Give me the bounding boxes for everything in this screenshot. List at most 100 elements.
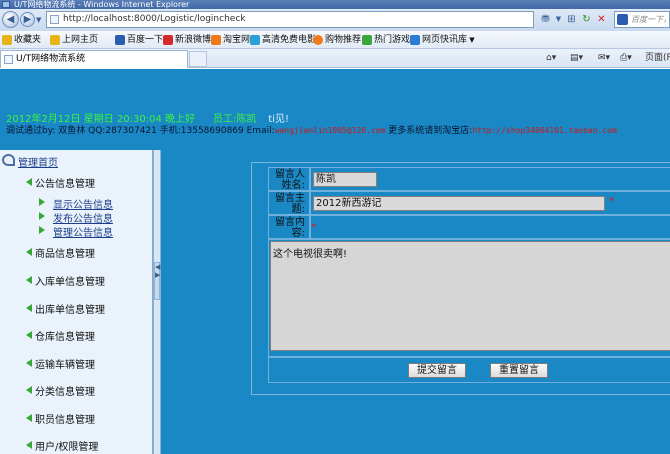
baidu-icon <box>115 35 125 45</box>
debug-info-line: 调试通过by: 双鱼林 QQ:287307421 手机:13558690869 … <box>0 123 670 139</box>
reset-button[interactable]: 重置留言 <box>490 363 548 378</box>
menu-warehouse-manage[interactable]: 仓库信息管理 <box>26 328 95 343</box>
window-title: U/T网络物流系统 - Windows Internet Explorer <box>14 0 190 9</box>
new-tab-button[interactable] <box>189 51 207 67</box>
address-input[interactable]: http://localhost:8000/Logistic/loginchec… <box>46 11 534 28</box>
menu-label: 用户/权限管理 <box>35 442 99 453</box>
menu-label: 分类信息管理 <box>35 387 95 398</box>
author-email: wangjianlin1985@126.com <box>274 126 386 135</box>
left-menu: 管理首页 公告信息管理 显示公告信息 发布公告信息 管理公告信息 商品信息管理 … <box>0 150 153 454</box>
window-title-bar: U/T网络物流系统 - Windows Internet Explorer <box>0 0 670 9</box>
fav-label: 百度一下 <box>127 35 164 45</box>
menu-outstock-manage[interactable]: 出库单信息管理 <box>26 301 105 316</box>
menu-category-manage[interactable]: 分类信息管理 <box>26 383 95 398</box>
fav-label: 购物推荐 <box>325 35 362 45</box>
menu-label: 仓库信息管理 <box>35 332 95 343</box>
search-placeholder: 百度一下，你就知道 <box>631 15 669 24</box>
menu-label: 商品信息管理 <box>35 249 95 260</box>
form-table: 留言人姓名: 陈凯 留言主题: 2012新西游记 * 留言内容: * 这个电视很… <box>268 167 670 387</box>
forward-button[interactable]: ▶ <box>20 12 35 27</box>
collapse-grip-icon[interactable]: ◀ ▶ <box>154 262 160 300</box>
address-dropdown-icon[interactable]: ▼ <box>552 13 565 26</box>
webslice-icon <box>410 35 420 45</box>
chevron-down-icon: ▼ <box>467 36 475 44</box>
page-icon <box>50 35 60 45</box>
menu-label: 职员信息管理 <box>35 415 95 426</box>
menu-instock-manage[interactable]: 入库单信息管理 <box>26 273 105 288</box>
subject-label: 留言主题: <box>268 191 310 215</box>
content-label-cell: * <box>310 215 670 239</box>
tab-title: U/T网络物流系统 <box>16 54 86 64</box>
page-icon <box>50 15 59 24</box>
main-panel: 留言人姓名: 陈凯 留言主题: 2012新西游记 * 留言内容: * 这个电视很… <box>161 150 670 454</box>
feeds-icon[interactable]: ▤▾ <box>570 52 583 65</box>
fav-item-shopping[interactable]: 购物推荐 <box>313 31 362 48</box>
home-icon[interactable]: ⌂▾ <box>546 52 556 65</box>
fav-item-games[interactable]: 热门游戏 <box>362 31 411 48</box>
fav-item-baidu[interactable]: 百度一下 <box>115 31 164 48</box>
baidu-search-icon <box>617 14 628 25</box>
fav-label: 新浪微博 <box>175 35 212 45</box>
menu-staff-manage[interactable]: 职员信息管理 <box>26 411 95 426</box>
favorites-button[interactable]: 收藏夹 <box>2 31 41 48</box>
menu-label: 入库单信息管理 <box>35 277 105 288</box>
history-dropdown-icon[interactable]: ▼ <box>36 16 41 24</box>
shopping-icon <box>313 35 323 45</box>
menu-show-notice[interactable]: 显示公告信息 <box>39 196 113 211</box>
menu-manage-notice[interactable]: 管理公告信息 <box>39 224 113 239</box>
debug-prefix: 调试通过by: 双鱼林 QQ:287307421 手机:13558690869 … <box>6 126 275 136</box>
fav-item-taobao[interactable]: 淘宝网 <box>211 31 251 48</box>
refresh-icon[interactable]: ↻ <box>580 13 593 26</box>
shop-link[interactable]: http://shop34864101.taobao.com <box>472 126 617 135</box>
subject-field[interactable]: 2012新西游记 <box>313 196 605 211</box>
subject-cell: 2012新西游记 * <box>310 191 670 215</box>
content-area-cell: 这个电视很卖啊! <box>268 239 670 357</box>
fav-item-webslice[interactable]: 网页快讯库 ▼ <box>410 31 475 48</box>
star-icon <box>2 35 12 45</box>
page-menu[interactable]: 页面(P) <box>645 52 670 65</box>
content-textarea[interactable]: 这个电视很卖啊! <box>270 241 670 351</box>
fav-item-homepage[interactable]: 上网主页 <box>50 31 99 48</box>
tab-row: U/T网络物流系统 ⌂▾ ▤▾ ✉▾ ⎙▾ 页面(P) <box>0 49 670 68</box>
address-bar-row: ◀ ▶ ▼ http://localhost:8000/Logistic/log… <box>0 9 670 31</box>
rss-icon[interactable]: ⊞ <box>565 13 578 26</box>
page-menu-label: 页面(P) <box>645 53 670 63</box>
page-content: 2012年2月12日 星期日 20:30:04 晚上好 员工:陈凯 ti见! 调试通… <box>0 69 670 454</box>
fav-item-weibo[interactable]: 新浪微博 <box>163 31 212 48</box>
fav-label: 热门游戏 <box>374 35 411 45</box>
address-url: http://localhost:8000/Logistic/loginchec… <box>63 14 246 24</box>
page-icon <box>4 55 13 64</box>
back-button[interactable]: ◀ <box>2 11 19 28</box>
fav-label: 上网主页 <box>62 35 99 45</box>
menu-label: 出库单信息管理 <box>35 305 105 316</box>
fav-label: 淘宝网 <box>223 35 251 45</box>
name-label: 留言人姓名: <box>268 167 310 191</box>
fav-item-movies[interactable]: 高清免费电影 <box>250 31 316 48</box>
taobao-icon <box>211 35 221 45</box>
menu-notice-manage[interactable]: 公告信息管理 <box>26 175 95 190</box>
menu-home-label: 管理首页 <box>18 158 58 169</box>
menu-publish-notice[interactable]: 发布公告信息 <box>39 210 113 225</box>
name-cell: 陈凯 <box>310 167 670 191</box>
refresh-home-icon <box>2 154 15 166</box>
message-form: 留言人姓名: 陈凯 留言主题: 2012新西游记 * 留言内容: * 这个电视很… <box>251 162 670 395</box>
frame-splitter[interactable]: ◀ ▶ <box>153 150 161 454</box>
weibo-icon <box>163 35 173 45</box>
print-icon[interactable]: ⎙▾ <box>620 52 632 65</box>
site-header: 2012年2月12日 星期日 20:30:04 晚上好 员工:陈凯 ti见! 调试通… <box>0 69 670 150</box>
menu-home-link[interactable]: 管理首页 <box>2 154 58 169</box>
submit-button[interactable]: 提交留言 <box>408 363 466 378</box>
menu-label: 运输车辆管理 <box>35 360 95 371</box>
mail-icon[interactable]: ✉▾ <box>598 52 610 65</box>
menu-user-permission[interactable]: 用户/权限管理 <box>26 438 98 453</box>
menu-label: 管理公告信息 <box>53 228 113 239</box>
stop-icon[interactable]: ✕ <box>595 13 608 26</box>
menu-vehicle-manage[interactable]: 运输车辆管理 <box>26 356 95 371</box>
menu-goods-manage[interactable]: 商品信息管理 <box>26 245 95 260</box>
tab-active[interactable]: U/T网络物流系统 <box>0 50 188 68</box>
name-field[interactable]: 陈凯 <box>313 172 377 187</box>
menu-label: 公告信息管理 <box>35 179 95 190</box>
favorites-bar: 收藏夹 上网主页 百度一下 新浪微博 淘宝网 高清免费电影 购物推荐 热门游戏 … <box>0 31 670 49</box>
compat-view-icon[interactable]: ⛃ <box>539 13 552 26</box>
search-input[interactable]: 百度一下，你就知道 <box>614 11 670 28</box>
